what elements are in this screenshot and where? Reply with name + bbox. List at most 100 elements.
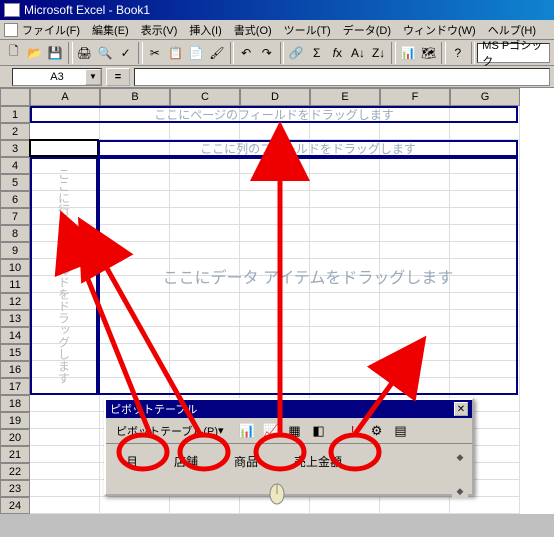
copy-button[interactable]: 📋 (166, 42, 186, 64)
row-header[interactable]: 4 (0, 157, 30, 174)
row-header[interactable]: 12 (0, 293, 30, 310)
row-header[interactable]: 20 (0, 429, 30, 446)
row-header[interactable]: 19 (0, 412, 30, 429)
field-sales[interactable]: 売上金額 (284, 450, 352, 473)
pivot-row-drop[interactable]: ここに行のフィールドをドラッグします (30, 157, 98, 395)
format-painter-button[interactable]: 🖌 (207, 42, 227, 64)
row-header[interactable]: 9 (0, 242, 30, 259)
name-box[interactable]: A3 ▼ (12, 68, 102, 86)
name-box-dropdown-icon[interactable]: ▼ (85, 69, 101, 85)
print-button[interactable]: 🖨 (75, 42, 95, 64)
map-button[interactable]: 🗺 (419, 42, 439, 64)
cell[interactable] (380, 497, 450, 514)
pivot-chart-button[interactable]: 📈 (260, 420, 282, 442)
field-product[interactable]: 商品 (224, 450, 268, 473)
pivot-wizard-button[interactable]: 📊 (236, 420, 258, 442)
cell[interactable] (30, 463, 100, 480)
row-header[interactable]: 8 (0, 225, 30, 242)
autosum-button[interactable]: Σ (307, 42, 327, 64)
redo-button[interactable]: ↷ (257, 42, 277, 64)
column-header[interactable]: F (380, 88, 450, 106)
chart-button[interactable]: 📊 (398, 42, 418, 64)
pivot-page-drop[interactable]: ここにページのフィールドをドラッグします (30, 106, 518, 123)
row-header[interactable]: 21 (0, 446, 30, 463)
field-store[interactable]: 店舗 (164, 450, 208, 473)
cell[interactable] (30, 480, 100, 497)
sort-desc-button[interactable]: Z↓ (369, 42, 389, 64)
menu-file[interactable]: ファイル(F) (22, 22, 80, 38)
row-header[interactable]: 13 (0, 310, 30, 327)
equals-button[interactable]: = (106, 68, 130, 86)
select-all-corner[interactable] (0, 88, 30, 106)
row-header[interactable]: 16 (0, 361, 30, 378)
column-header[interactable]: C (170, 88, 240, 106)
pivot-data-drop[interactable]: ここにデータ アイテムをドラッグします (98, 157, 518, 395)
row-header[interactable]: 18 (0, 395, 30, 412)
pivot-refresh-button[interactable]: ! (342, 420, 364, 442)
save-button[interactable]: 💾 (45, 42, 65, 64)
row-header[interactable]: 3 (0, 140, 30, 157)
row-header[interactable]: 11 (0, 276, 30, 293)
cell[interactable] (30, 429, 100, 446)
cell[interactable] (30, 446, 100, 463)
column-header[interactable]: A (30, 88, 100, 106)
cell[interactable] (30, 123, 100, 140)
pivot-field-button[interactable]: ▤ (390, 420, 412, 442)
pivot-menu-dropdown[interactable]: ピボットテーブル(P) ▾ (110, 421, 230, 441)
preview-button[interactable]: 🔍 (95, 42, 115, 64)
close-icon[interactable]: ✕ (454, 402, 468, 416)
column-header[interactable]: G (450, 88, 520, 106)
formula-input[interactable] (134, 68, 550, 86)
column-header[interactable]: B (100, 88, 170, 106)
row-header[interactable]: 6 (0, 191, 30, 208)
cell[interactable] (240, 123, 310, 140)
row-header[interactable]: 14 (0, 327, 30, 344)
cell[interactable] (310, 123, 380, 140)
paste-button[interactable]: 📄 (186, 42, 206, 64)
cell[interactable] (30, 140, 100, 157)
cut-button[interactable]: ✂ (145, 42, 165, 64)
menu-format[interactable]: 書式(O) (234, 22, 272, 38)
help-button[interactable]: ? (448, 42, 468, 64)
row-header[interactable]: 24 (0, 497, 30, 514)
row-header[interactable]: 7 (0, 208, 30, 225)
menu-insert[interactable]: 挿入(I) (189, 22, 221, 38)
pivot-column-drop[interactable]: ここに列のフィールドをドラッグします (98, 140, 518, 157)
column-header[interactable]: D (240, 88, 310, 106)
cell[interactable] (310, 497, 380, 514)
open-button[interactable]: 📂 (25, 42, 45, 64)
cell[interactable] (100, 497, 170, 514)
spell-button[interactable]: ✓ (116, 42, 136, 64)
cell[interactable] (30, 395, 100, 412)
menu-help[interactable]: ヘルプ(H) (488, 22, 536, 38)
row-header[interactable]: 15 (0, 344, 30, 361)
font-selector[interactable]: MS Pゴシック (477, 43, 550, 63)
new-button[interactable]: 🗋 (4, 42, 24, 64)
menu-view[interactable]: 表示(V) (141, 22, 178, 38)
cell[interactable] (240, 497, 310, 514)
fx-button[interactable]: fx (328, 42, 348, 64)
sort-asc-button[interactable]: A↓ (348, 42, 368, 64)
row-header[interactable]: 23 (0, 480, 30, 497)
row-header[interactable]: 2 (0, 123, 30, 140)
scroll-down-icon[interactable]: ◆ (452, 484, 468, 498)
row-header[interactable]: 17 (0, 378, 30, 395)
pivot-detail-button[interactable]: ◧ (308, 420, 330, 442)
cell[interactable] (450, 123, 520, 140)
cell[interactable] (30, 497, 100, 514)
undo-button[interactable]: ↶ (236, 42, 256, 64)
row-header[interactable]: 22 (0, 463, 30, 480)
pivot-settings-button[interactable]: ⚙ (366, 420, 388, 442)
row-header[interactable]: 1 (0, 106, 30, 123)
cell[interactable] (30, 412, 100, 429)
cell[interactable] (170, 497, 240, 514)
row-header[interactable]: 10 (0, 259, 30, 276)
cell[interactable] (170, 123, 240, 140)
row-header[interactable]: 5 (0, 174, 30, 191)
pivot-layout-button[interactable]: ▦ (284, 420, 306, 442)
menu-edit[interactable]: 編集(E) (92, 22, 129, 38)
menu-tools[interactable]: ツール(T) (284, 22, 331, 38)
cell[interactable] (450, 497, 520, 514)
menu-data[interactable]: データ(D) (343, 22, 391, 38)
link-button[interactable]: 🔗 (286, 42, 306, 64)
